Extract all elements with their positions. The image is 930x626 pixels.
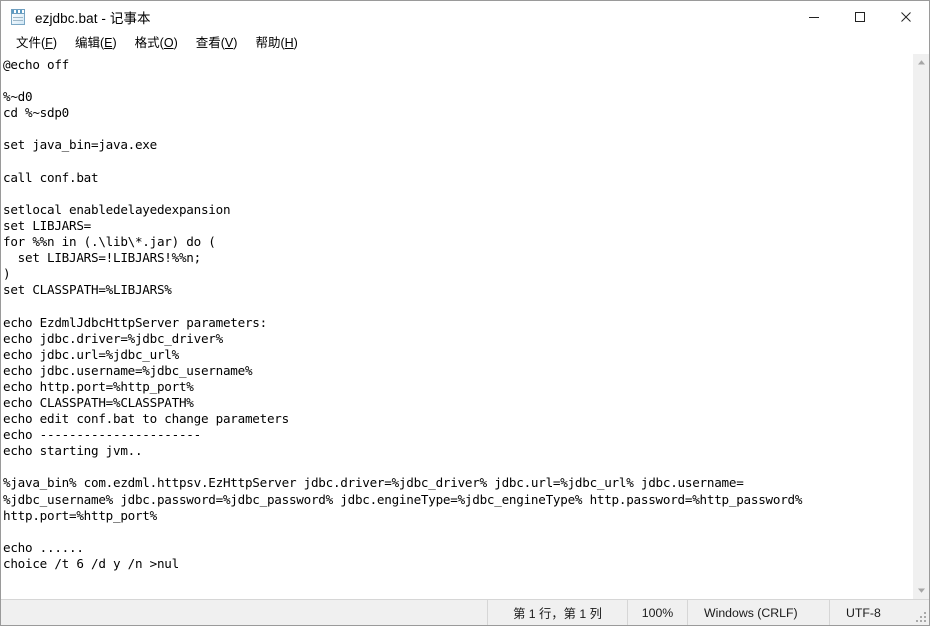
menu-item-edit[interactable]: 编辑(E) bbox=[66, 33, 126, 53]
menu-view-tail: ) bbox=[233, 36, 238, 50]
menu-format-text: 格式( bbox=[134, 36, 164, 50]
menu-edit-tail: ) bbox=[112, 36, 117, 50]
menu-item-file[interactable]: 文件(F) bbox=[7, 33, 66, 53]
window-controls bbox=[791, 1, 929, 33]
menu-view-accel: V bbox=[224, 36, 234, 50]
menu-edit-text: 编辑( bbox=[74, 36, 105, 50]
status-cursor-position: 第 1 行，第 1 列 bbox=[487, 600, 627, 625]
window-title: ezjdbc.bat - 记事本 bbox=[35, 11, 151, 26]
vertical-scrollbar[interactable] bbox=[912, 54, 929, 599]
notepad-window: ezjdbc.bat - 记事本 文件(F) 编辑(E) 格式(O) 查看(V)… bbox=[0, 0, 930, 626]
menu-item-help[interactable]: 帮助(H) bbox=[246, 33, 306, 53]
notepad-icon bbox=[10, 8, 27, 26]
maximize-button[interactable] bbox=[837, 1, 883, 33]
editor-area: @echo off %~d0 cd %~sdp0 set java_bin=ja… bbox=[1, 53, 929, 599]
menu-edit-accel: E bbox=[104, 36, 113, 50]
menu-bar: 文件(F) 编辑(E) 格式(O) 查看(V) 帮助(H) bbox=[1, 33, 929, 53]
scroll-down-icon bbox=[917, 588, 925, 593]
status-encoding[interactable]: UTF-8 bbox=[829, 600, 929, 625]
scroll-up-icon bbox=[917, 60, 925, 65]
menu-file-accel: F bbox=[45, 36, 53, 50]
menu-format-tail: ) bbox=[173, 36, 178, 50]
menu-view-text: 查看( bbox=[195, 36, 225, 50]
menu-help-text: 帮助( bbox=[255, 36, 285, 50]
menu-item-view[interactable]: 查看(V) bbox=[187, 33, 247, 53]
close-button[interactable] bbox=[883, 1, 929, 33]
minimize-icon bbox=[809, 17, 819, 18]
resize-grip-icon[interactable] bbox=[915, 611, 926, 622]
menu-format-accel: O bbox=[163, 36, 174, 50]
close-icon bbox=[901, 12, 911, 22]
status-line-ending[interactable]: Windows (CRLF) bbox=[687, 600, 829, 625]
status-bar: 第 1 行，第 1 列 100% Windows (CRLF) UTF-8 bbox=[1, 599, 929, 625]
menu-file-tail: ) bbox=[52, 36, 57, 50]
scroll-up-button[interactable] bbox=[913, 54, 930, 71]
menu-help-tail: ) bbox=[293, 36, 298, 50]
minimize-button[interactable] bbox=[791, 1, 837, 33]
menu-file-text: 文件( bbox=[16, 36, 46, 50]
scroll-down-button[interactable] bbox=[913, 582, 930, 599]
status-bar-spacer bbox=[1, 600, 487, 625]
status-zoom-level[interactable]: 100% bbox=[627, 600, 687, 625]
menu-help-accel: H bbox=[284, 36, 294, 50]
menu-item-format[interactable]: 格式(O) bbox=[126, 33, 187, 53]
editor-content[interactable]: @echo off %~d0 cd %~sdp0 set java_bin=ja… bbox=[3, 57, 912, 572]
maximize-icon bbox=[855, 12, 865, 22]
text-editor[interactable]: @echo off %~d0 cd %~sdp0 set java_bin=ja… bbox=[1, 54, 912, 599]
title-bar[interactable]: ezjdbc.bat - 记事本 bbox=[1, 1, 929, 33]
